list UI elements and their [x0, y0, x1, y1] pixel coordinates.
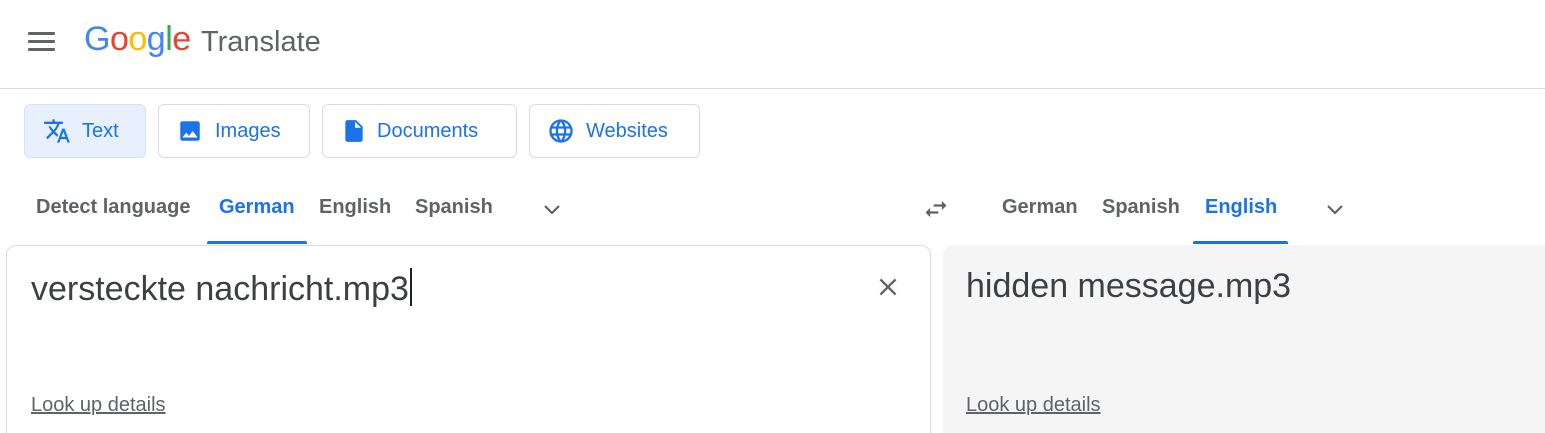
mode-images-button[interactable]: Images	[158, 104, 310, 158]
globe-icon	[547, 117, 575, 145]
target-more-languages-chevron-icon[interactable]	[1321, 197, 1349, 226]
source-lang-spanish[interactable]: Spanish	[415, 196, 493, 219]
clear-source-close-icon[interactable]	[875, 274, 901, 305]
document-icon	[341, 117, 367, 145]
mode-documents-button[interactable]: Documents	[322, 104, 517, 158]
logo-letter: o	[128, 20, 147, 58]
image-icon	[177, 118, 203, 144]
source-text-input[interactable]: versteckte nachricht.mp3	[31, 268, 412, 309]
mode-websites-label: Websites	[586, 119, 668, 142]
source-text-panel[interactable]: versteckte nachricht.mp3 Look up details	[6, 245, 931, 433]
source-lang-english[interactable]: English	[319, 196, 391, 219]
source-more-languages-chevron-icon[interactable]	[538, 197, 566, 226]
target-lang-german[interactable]: German	[1002, 196, 1078, 219]
logo-letter: e	[172, 20, 191, 58]
target-text-panel: hidden message.mp3 Look up details	[943, 245, 1545, 433]
mode-images-label: Images	[215, 119, 281, 142]
target-look-up-details-link[interactable]: Look up details	[966, 394, 1101, 417]
target-lang-spanish[interactable]: Spanish	[1102, 196, 1180, 219]
swap-languages-icon[interactable]	[920, 195, 952, 228]
main-menu-icon[interactable]	[22, 24, 62, 60]
source-look-up-details-link[interactable]: Look up details	[31, 394, 166, 417]
mode-websites-button[interactable]: Websites	[529, 104, 700, 158]
source-active-indicator	[207, 241, 307, 244]
product-name: Translate	[201, 26, 321, 58]
logo-letter: g	[146, 20, 166, 58]
source-lang-detect[interactable]: Detect language	[36, 196, 190, 219]
google-logo[interactable]: Google	[84, 20, 191, 59]
source-text-value: versteckte nachricht.mp3	[31, 270, 409, 308]
mode-documents-label: Documents	[377, 119, 479, 142]
mode-text-button[interactable]: Text	[24, 104, 146, 158]
app-header: Google Translate	[0, 0, 1545, 89]
mode-text-label: Text	[82, 119, 119, 142]
source-lang-german[interactable]: German	[219, 196, 295, 219]
target-lang-english[interactable]: English	[1205, 196, 1277, 219]
logo-letter: o	[109, 20, 129, 58]
text-caret	[409, 268, 412, 306]
translated-text: hidden message.mp3	[966, 267, 1292, 305]
target-active-indicator	[1193, 241, 1288, 244]
translate-icon	[43, 117, 71, 145]
logo-letter: G	[84, 20, 110, 58]
